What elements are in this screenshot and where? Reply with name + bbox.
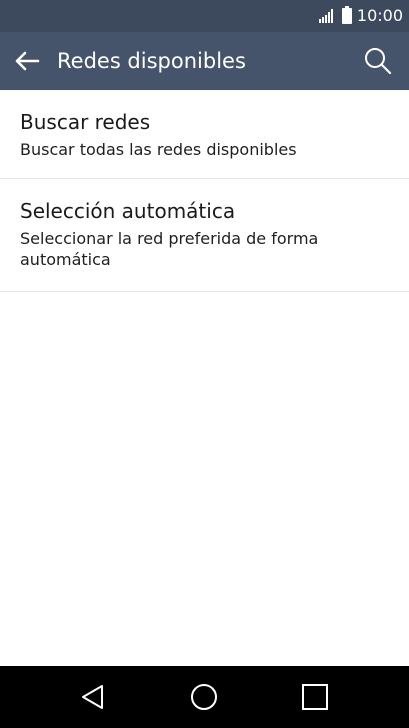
- signal-icon: [318, 9, 333, 23]
- status-bar: 10:00: [0, 0, 409, 32]
- list-item-summary: Seleccionar la red preferida de forma au…: [20, 229, 319, 269]
- battery-icon: [341, 6, 352, 24]
- navigation-bar: [0, 666, 409, 728]
- status-time: 10:00: [356, 6, 403, 25]
- nav-back-button[interactable]: [76, 680, 110, 714]
- back-button[interactable]: [10, 45, 44, 77]
- nav-recents-button[interactable]: [298, 680, 332, 714]
- list-item-summary: Buscar todas las redes disponibles: [20, 140, 297, 159]
- search-icon: [365, 48, 392, 75]
- nav-recents-icon: [302, 684, 328, 710]
- status-indicators: 10:00: [318, 0, 403, 32]
- list-item-title: Buscar redes: [20, 110, 151, 134]
- search-button[interactable]: [361, 44, 395, 78]
- nav-back-icon: [82, 685, 103, 709]
- list-item-title: Selección automática: [20, 199, 236, 223]
- list-item-buscar-redes[interactable]: Buscar redes Buscar todas las redes disp…: [0, 90, 409, 179]
- nav-home-button[interactable]: [187, 680, 221, 714]
- network-options-list: Buscar redes Buscar todas las redes disp…: [0, 90, 409, 292]
- page-title: Redes disponibles: [57, 49, 246, 73]
- app-bar: Redes disponibles: [0, 32, 409, 90]
- back-arrow-icon: [15, 51, 40, 71]
- nav-home-icon: [191, 684, 217, 710]
- list-item-seleccion-automatica[interactable]: Selección automática Seleccionar la red …: [0, 179, 409, 292]
